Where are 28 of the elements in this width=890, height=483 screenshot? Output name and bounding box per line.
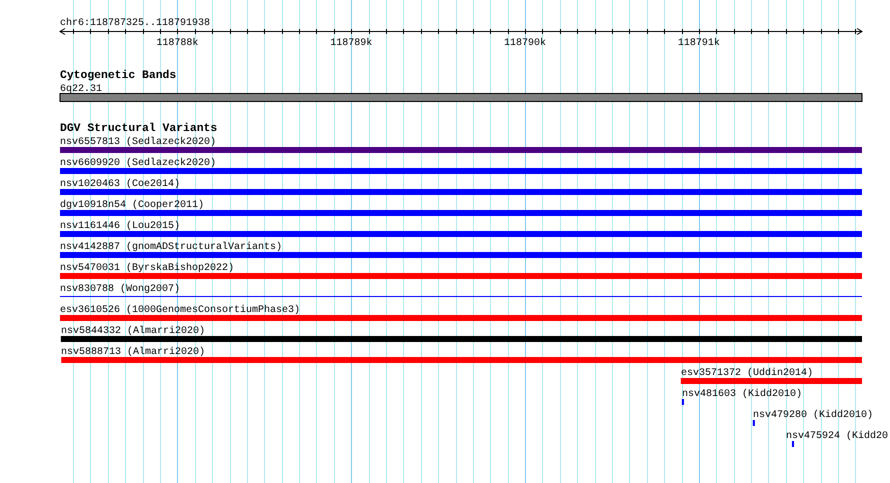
variant-bar[interactable] xyxy=(792,441,794,447)
feature-label: nsv5844332 (Almarri2020) xyxy=(61,326,206,337)
cytoband-bar[interactable] xyxy=(60,93,862,102)
feature-label: nsv1020463 (Coe2014) xyxy=(60,179,180,190)
feature-label: nsv4142887 (gnomADStructuralVariants) xyxy=(60,242,282,253)
feature-label: dgv10918n54 (Cooper2011) xyxy=(60,200,204,211)
tick-label: 118790k xyxy=(504,38,546,49)
variant-bar[interactable] xyxy=(682,399,684,405)
variant-line[interactable] xyxy=(60,296,862,297)
feature-label: nsv6557813 (Sedlazeck2020) xyxy=(60,137,216,148)
tick-label: 118788k xyxy=(156,38,198,49)
feature-label: nsv1161446 (Lou2015) xyxy=(60,221,180,232)
feature-label: nsv475924 (Kidd20 xyxy=(786,431,888,442)
track-title: Cytogenetic Bands xyxy=(60,70,176,82)
feature-label: 6q22.31 xyxy=(60,84,102,95)
feature-label: nsv5470031 (ByrskaBishop2022) xyxy=(60,263,234,274)
tick-label: 118791k xyxy=(678,38,720,49)
track-title: DGV Structural Variants xyxy=(60,123,218,135)
variant-bar[interactable] xyxy=(752,420,755,426)
feature-label: nsv6609920 (Sedlazeck2020) xyxy=(60,158,216,169)
feature-label: esv3610526 (1000GenomesConsortiumPhase3) xyxy=(60,305,300,316)
feature-label: nsv479280 (Kidd2010) xyxy=(753,410,874,421)
feature-label: nsv830788 (Wong2007) xyxy=(60,284,180,295)
feature-label: nsv481603 (Kidd2010) xyxy=(682,389,802,400)
region-coordinates: chr6:118787325..118791938 xyxy=(60,18,210,29)
feature-label: nsv5888713 (Almarri2020) xyxy=(61,347,206,358)
tick-label: 118789k xyxy=(330,38,372,49)
feature-label: esv3571372 (Uddin2014) xyxy=(681,368,814,379)
